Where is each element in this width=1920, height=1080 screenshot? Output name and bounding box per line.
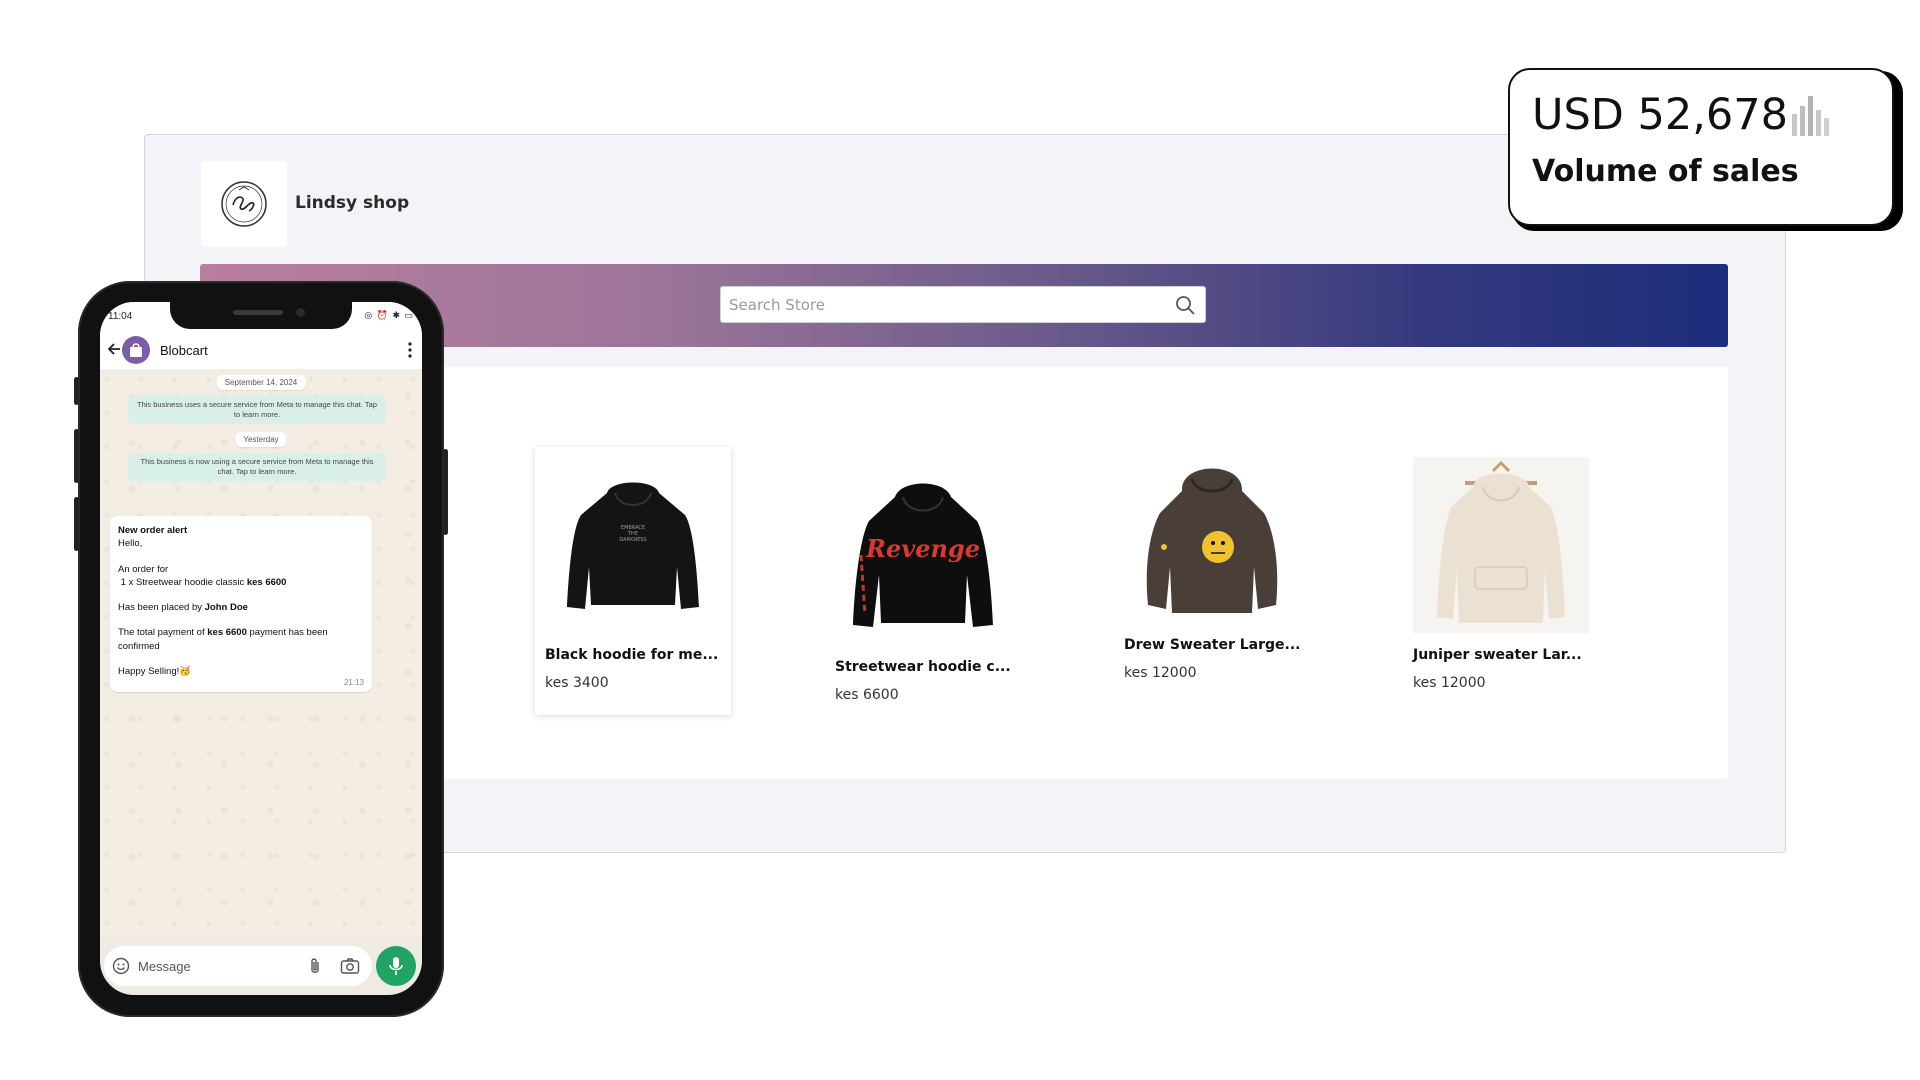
side-button <box>74 497 79 551</box>
microphone-icon <box>389 957 403 975</box>
more-options-icon[interactable] <box>408 342 412 358</box>
message-time: 21:13 <box>343 678 364 688</box>
phone-notch <box>170 302 352 329</box>
order-intro: An order for <box>118 563 169 575</box>
product-card[interactable]: Juniper sweater Lar... kes 12000 <box>1403 447 1599 715</box>
phone-mockup: 11:04 ◎ ⏰ ✱ ▭ Blobcart September 14, 202… <box>74 281 448 1017</box>
svg-text:Revenge: Revenge <box>865 534 980 563</box>
volume-up-button <box>74 377 79 405</box>
status-icons: ◎ ⏰ ✱ ▭ <box>364 310 414 320</box>
voice-message-button[interactable] <box>376 946 416 986</box>
revenge-hoodie-image: Revenge <box>853 483 993 627</box>
product-title[interactable]: Streetwear hoodie c... <box>835 659 1021 675</box>
product-title[interactable]: Black hoodie for me... <box>545 647 731 663</box>
order-amount: kes 6600 <box>246 576 287 588</box>
message-heading: New order alert <box>118 525 188 536</box>
product-card[interactable]: Revenge Streetwear hoodie c... kes 6600 <box>825 447 1021 715</box>
front-camera <box>296 308 305 317</box>
svg-text:DARKNESS: DARKNESS <box>619 537 646 543</box>
juniper-sweater-image <box>1413 457 1589 633</box>
shopping-bag-icon <box>130 343 142 357</box>
product-price: kes 12000 <box>1124 665 1197 681</box>
back-arrow-icon[interactable] <box>106 341 122 357</box>
system-message[interactable]: This business uses a secure service from… <box>128 396 386 425</box>
message-greeting: Hello, <box>118 538 143 550</box>
drew-sweater-image <box>1146 468 1278 613</box>
party-emoji: 🥳 <box>179 666 192 678</box>
product-title[interactable]: Drew Sweater Large... <box>1124 637 1310 653</box>
power-button <box>443 449 448 535</box>
volume-down-button <box>74 429 79 483</box>
shop-logo-icon <box>221 181 267 227</box>
emoji-icon[interactable] <box>112 957 130 975</box>
sales-label: Volume of sales <box>1532 154 1799 189</box>
product-price: kes 6600 <box>835 687 899 703</box>
phone-screen: 11:04 ◎ ⏰ ✱ ▭ Blobcart September 14, 202… <box>100 302 422 995</box>
camera-icon[interactable] <box>340 957 360 975</box>
message-input[interactable] <box>138 956 288 976</box>
chat-header: Blobcart <box>100 330 422 370</box>
search-icon[interactable] <box>1175 295 1195 315</box>
order-line: 1 x Streetwear hoodie classic <box>120 576 245 588</box>
message-bubble[interactable]: New order alert Hello, An order for 1 x … <box>110 516 372 693</box>
product-price: kes 12000 <box>1413 675 1486 691</box>
signoff-text: Happy Selling! <box>118 666 180 678</box>
message-composer[interactable] <box>104 946 372 986</box>
chat-name[interactable]: Blobcart <box>160 343 208 358</box>
date-pill: Yesterday <box>235 432 287 447</box>
customer-name: John Doe <box>204 602 248 614</box>
shop-name[interactable]: Lindsy shop <box>295 193 409 213</box>
attach-icon[interactable] <box>307 957 323 975</box>
bar-chart-icon <box>1792 96 1829 136</box>
product-title[interactable]: Juniper sweater Lar... <box>1413 647 1599 663</box>
search-bar[interactable] <box>720 286 1206 323</box>
payment-text: The total payment of <box>118 627 205 639</box>
placed-by-text: Has been placed by <box>118 602 202 614</box>
sales-amount: USD 52,678 <box>1532 90 1789 140</box>
system-message[interactable]: This business is now using a secure serv… <box>128 453 386 482</box>
speaker-grille <box>233 310 283 315</box>
black-hoodie-image: EMBRACE THE DARKNESS <box>567 482 699 609</box>
status-time: 11:04 <box>108 311 133 322</box>
date-pill: September 14, 2024 <box>216 375 306 390</box>
shop-logo[interactable] <box>201 161 287 247</box>
avatar[interactable] <box>122 336 150 364</box>
search-input[interactable] <box>729 287 1149 322</box>
chat-body[interactable]: September 14, 2024 This business uses a … <box>100 369 422 937</box>
product-price: kes 3400 <box>545 675 609 691</box>
product-card[interactable]: EMBRACE THE DARKNESS Black hoodie for me… <box>535 447 731 715</box>
product-card[interactable]: Drew Sweater Large... kes 12000 <box>1114 447 1310 715</box>
payment-amount: kes 6600 <box>207 627 247 639</box>
sales-badge: USD 52,678 Volume of sales <box>1508 68 1894 226</box>
